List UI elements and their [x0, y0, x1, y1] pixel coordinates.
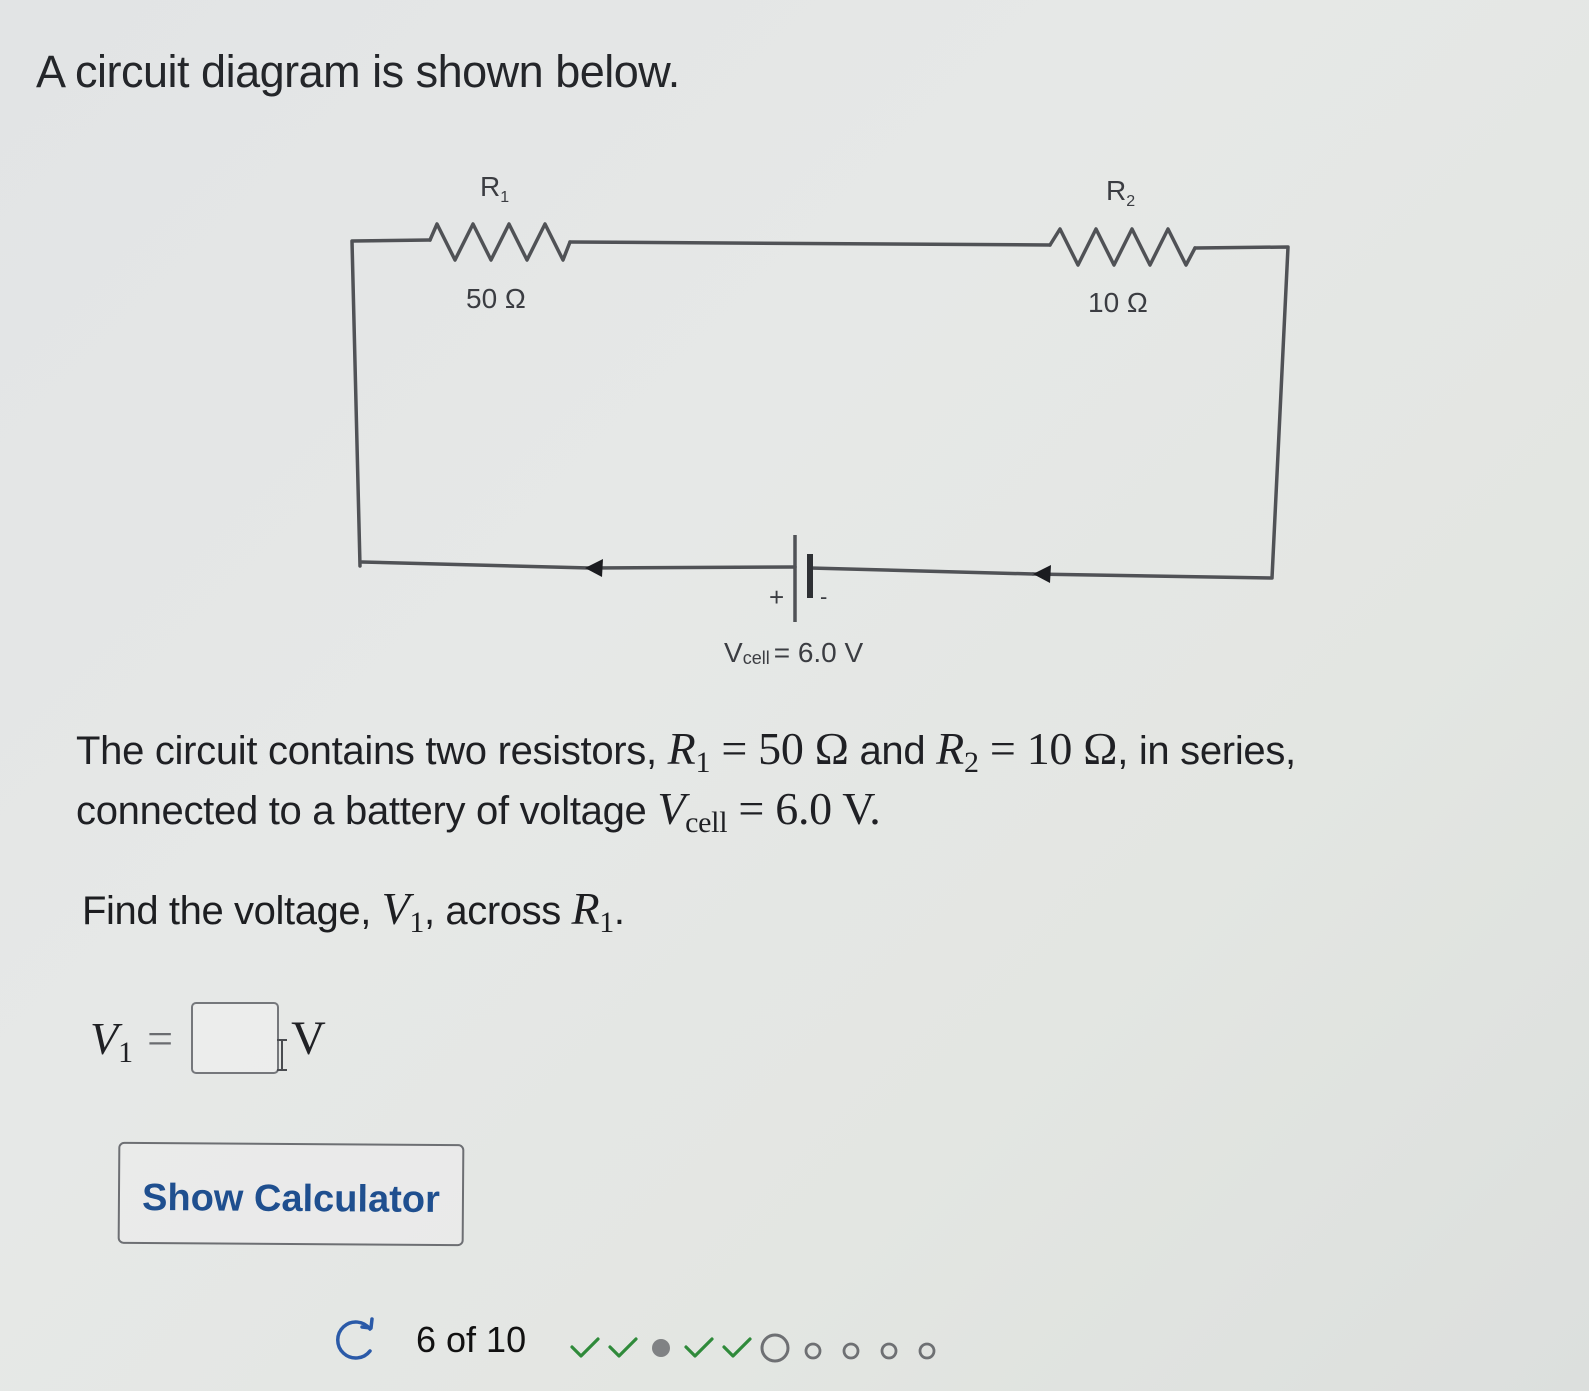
wire-bottom-left [360, 560, 797, 570]
question-prompt: Find the voltage, V1, across R1. [82, 883, 625, 939]
r2-expression: R2 = 10 Ω [936, 723, 1118, 779]
progress-item-8-unanswered[interactable] [834, 1331, 868, 1365]
empty-circle-icon [918, 1342, 936, 1360]
filled-dot-icon [652, 1339, 671, 1357]
equals-sign: = [147, 1012, 174, 1064]
arrow-left-icon [585, 559, 603, 577]
progress-item-7-unanswered[interactable] [796, 1331, 830, 1365]
r2-value: 10 Ω [1088, 287, 1148, 318]
r2-label: R2 [1106, 175, 1135, 210]
circuit-diagram: R1 50 Ω R2 10 Ω + - Vcell = 6.0 V [350, 171, 1290, 668]
empty-circle-icon [880, 1342, 898, 1360]
v1-symbol: V1 [381, 883, 425, 939]
wire-bottom-right [808, 566, 1035, 576]
empty-circle-icon [842, 1342, 860, 1360]
answer-variable: V1 [90, 1012, 134, 1069]
progress-item-4-correct[interactable] [682, 1331, 716, 1365]
progress-item-1-correct[interactable] [568, 1331, 602, 1365]
question-progress: 6 of 10 [330, 1310, 944, 1370]
text-cursor-icon [277, 1039, 287, 1071]
battery-minus-sign: - [820, 584, 827, 609]
r1-value: 50 Ω [466, 283, 526, 314]
checkmark-icon [684, 1337, 714, 1358]
v1-answer-input[interactable] [191, 1002, 280, 1074]
r1-symbol: R1 [571, 883, 615, 939]
empty-circle-icon [804, 1342, 822, 1360]
retry-icon[interactable] [330, 1315, 380, 1365]
progress-dots [568, 1315, 944, 1365]
problem-description: The circuit contains two resistors, R1 =… [76, 720, 1576, 840]
answer-unit: V [291, 1011, 326, 1065]
progress-item-5-correct[interactable] [720, 1331, 754, 1365]
vcell-label: Vcell = 6.0 V [724, 637, 864, 668]
checkmark-icon [570, 1337, 600, 1358]
r1-label: R1 [480, 171, 509, 206]
checkmark-icon [608, 1337, 638, 1358]
wire-right [1031, 245, 1290, 580]
battery-plus-sign: + [769, 582, 784, 612]
progress-item-3-skipped[interactable] [644, 1331, 678, 1365]
wire-left [350, 238, 432, 568]
progress-counter: 6 of 10 [416, 1319, 527, 1360]
vcell-expression: Vcell = 6.0 V. [657, 783, 881, 839]
answer-row: V1 = V [90, 1000, 326, 1076]
progress-item-6-current[interactable] [758, 1331, 792, 1365]
arrow-right-icon [1033, 565, 1051, 583]
progress-item-9-unanswered[interactable] [872, 1331, 906, 1365]
progress-item-2-correct[interactable] [606, 1331, 640, 1365]
resistor-r2 [1048, 227, 1197, 267]
r1-expression: R1 = 50 Ω [667, 723, 849, 779]
progress-item-10-unanswered[interactable] [910, 1331, 944, 1365]
description-line-1: The circuit contains two resistors, R1 =… [76, 723, 1296, 779]
current-ring-icon [760, 1333, 790, 1363]
wire-top [568, 240, 1052, 247]
show-calculator-button[interactable]: Show Calculator [117, 1141, 465, 1247]
resistor-r1 [428, 222, 572, 262]
description-line-2: connected to a battery of voltage Vcell … [76, 783, 881, 839]
checkmark-icon [722, 1337, 752, 1358]
